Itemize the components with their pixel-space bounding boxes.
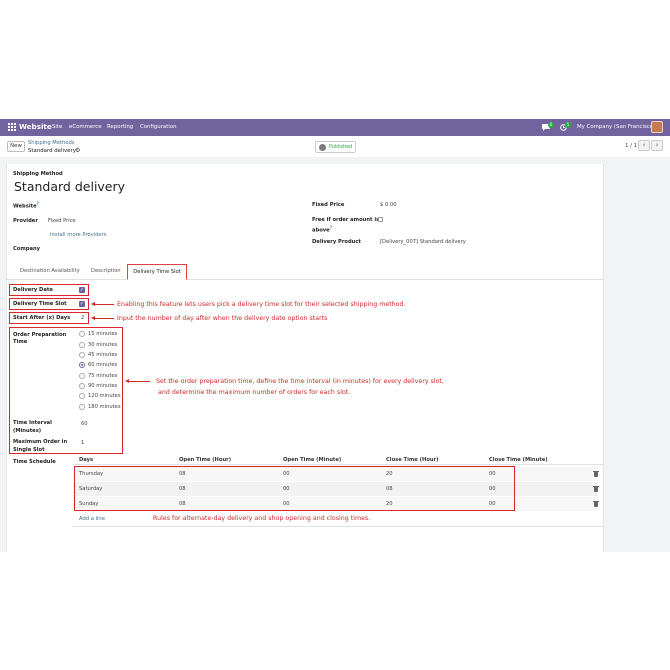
col-close-hour[interactable]: Close Time (Hour) — [386, 457, 439, 463]
menu-configuration[interactable]: Configuration — [140, 124, 177, 130]
annotation-prep-1: Set the order preparation time, define t… — [156, 378, 444, 385]
delivery-time-slot-checkbox[interactable]: ✓ — [79, 301, 85, 307]
provider-label: Provider — [13, 218, 38, 224]
trash-icon[interactable] — [593, 470, 599, 477]
new-button[interactable]: New — [7, 141, 25, 152]
prep-time-label-1: Order Preparation — [13, 332, 67, 338]
prep-option-label: 45 minutes — [88, 352, 118, 358]
annotation-time-slot: Enabling this feature lets users pick a … — [117, 301, 406, 308]
trash-icon[interactable] — [593, 500, 599, 507]
prep-radio-75[interactable] — [79, 373, 85, 379]
prep-radio-180[interactable] — [79, 404, 85, 410]
chat-badge: 6 — [548, 122, 554, 128]
fixed-price-value[interactable]: $ 0.00 — [380, 202, 397, 208]
prep-radio-90[interactable] — [79, 383, 85, 389]
col-close-minute[interactable]: Close Time (Minute) — [489, 457, 548, 463]
trash-icon[interactable] — [593, 485, 599, 492]
interval-label-1: Time Interval — [13, 420, 52, 426]
prep-option-label: 180 minutes — [88, 404, 121, 410]
globe-icon — [319, 144, 326, 151]
app-name[interactable]: Website — [19, 122, 52, 131]
prep-time-label-2: Time — [13, 339, 28, 345]
record-title[interactable]: Standard delivery — [14, 179, 125, 194]
prep-option-label: 75 minutes — [88, 373, 118, 379]
prep-option-label: 120 minutes — [88, 393, 121, 399]
breadcrumb-current: Standard delivery — [28, 148, 76, 154]
col-open-minute[interactable]: Open Time (Minute) — [283, 457, 341, 463]
prep-radio-120[interactable] — [79, 393, 85, 399]
prep-radio-45[interactable] — [79, 352, 85, 358]
prep-radio-15[interactable] — [79, 331, 85, 337]
annotation-prep-2: and determine the maximum number of orde… — [158, 389, 351, 396]
website-label: Website? — [13, 201, 39, 210]
col-days[interactable]: Days — [79, 457, 93, 463]
start-after-label: Start After (x) Days — [13, 315, 71, 321]
tab-delivery-time-slot[interactable]: Delivery Time Slot — [127, 264, 187, 280]
published-label: Published — [329, 145, 353, 150]
schedule-highlight — [74, 466, 515, 511]
menu-site[interactable]: Site — [52, 124, 62, 130]
tab-description[interactable]: Description — [91, 268, 121, 274]
interval-value[interactable]: 60 — [81, 421, 88, 427]
delivery-date-label: Delivery Date — [13, 287, 53, 293]
max-orders-label-2: Single Slot — [13, 447, 45, 453]
interval-label-2: (Minutes) — [13, 428, 42, 434]
tab-destination-availability[interactable]: Destination Availability — [20, 268, 80, 274]
user-avatar[interactable] — [651, 121, 663, 133]
annotation-arrow-line — [128, 381, 150, 382]
free-over-label-1: Free if order amount is — [312, 217, 380, 223]
max-orders-label-1: Maximum Order in — [13, 439, 68, 445]
prep-radio-30[interactable] — [79, 342, 85, 348]
annotation-start-after: Input the number of day after when the d… — [117, 315, 328, 322]
prep-option-label: 60 minutes — [88, 362, 118, 368]
menu-reporting[interactable]: Reporting — [107, 124, 133, 130]
delivery-date-checkbox[interactable]: ✓ — [79, 287, 85, 293]
delivery-product-label: Delivery Product — [312, 239, 361, 245]
published-button[interactable]: Published — [315, 141, 356, 153]
prep-option-label: 15 minutes — [88, 331, 118, 337]
app-menu-icon[interactable] — [8, 123, 16, 131]
breadcrumb-parent[interactable]: Shipping Methods — [28, 140, 74, 146]
table-bottom-divider — [73, 526, 604, 527]
menu-ecommerce[interactable]: eCommerce — [69, 124, 102, 130]
free-over-checkbox[interactable] — [378, 217, 383, 222]
annotation-arrow-line — [94, 318, 114, 319]
start-after-value[interactable]: 2 — [81, 315, 84, 321]
top-navbar: Website Site eCommerce Reporting Configu… — [0, 119, 670, 136]
max-orders-value[interactable]: 1 — [81, 440, 84, 446]
install-providers-link[interactable]: Install more Providers — [50, 232, 106, 238]
free-over-label-2: above? — [312, 225, 333, 234]
gear-icon[interactable]: ⚙ — [75, 147, 80, 154]
company-label: Company — [13, 246, 41, 252]
pager-next-icon[interactable]: › — [651, 140, 663, 151]
pager-value[interactable]: 1 / 1 — [625, 143, 637, 149]
annotation-arrow-line — [94, 304, 114, 305]
prep-radio-60[interactable] — [79, 362, 85, 368]
fixed-price-label: Fixed Price — [312, 202, 345, 208]
company-switcher[interactable]: My Company (San Francisco) — [577, 124, 655, 130]
time-schedule-label: Time Schedule — [13, 459, 56, 465]
prep-option-label: 30 minutes — [88, 342, 118, 348]
provider-value[interactable]: Fixed Price — [48, 218, 76, 224]
activity-badge: 5 — [565, 122, 571, 128]
add-line-link[interactable]: Add a line — [79, 516, 105, 522]
prep-option-label: 90 minutes — [88, 383, 118, 389]
tab-divider — [7, 279, 604, 280]
col-open-hour[interactable]: Open Time (Hour) — [179, 457, 231, 463]
title-label: Shipping Method — [13, 171, 63, 177]
pager-prev-icon[interactable]: ‹ — [638, 140, 650, 151]
annotation-rules: Rules for alternate-day delivery and sho… — [153, 515, 371, 522]
delivery-time-slot-label: Delivery Time Slot — [13, 301, 67, 307]
table-header-divider — [73, 464, 604, 465]
delivery-product-value[interactable]: [Delivery_007] Standard delivery — [380, 239, 466, 245]
